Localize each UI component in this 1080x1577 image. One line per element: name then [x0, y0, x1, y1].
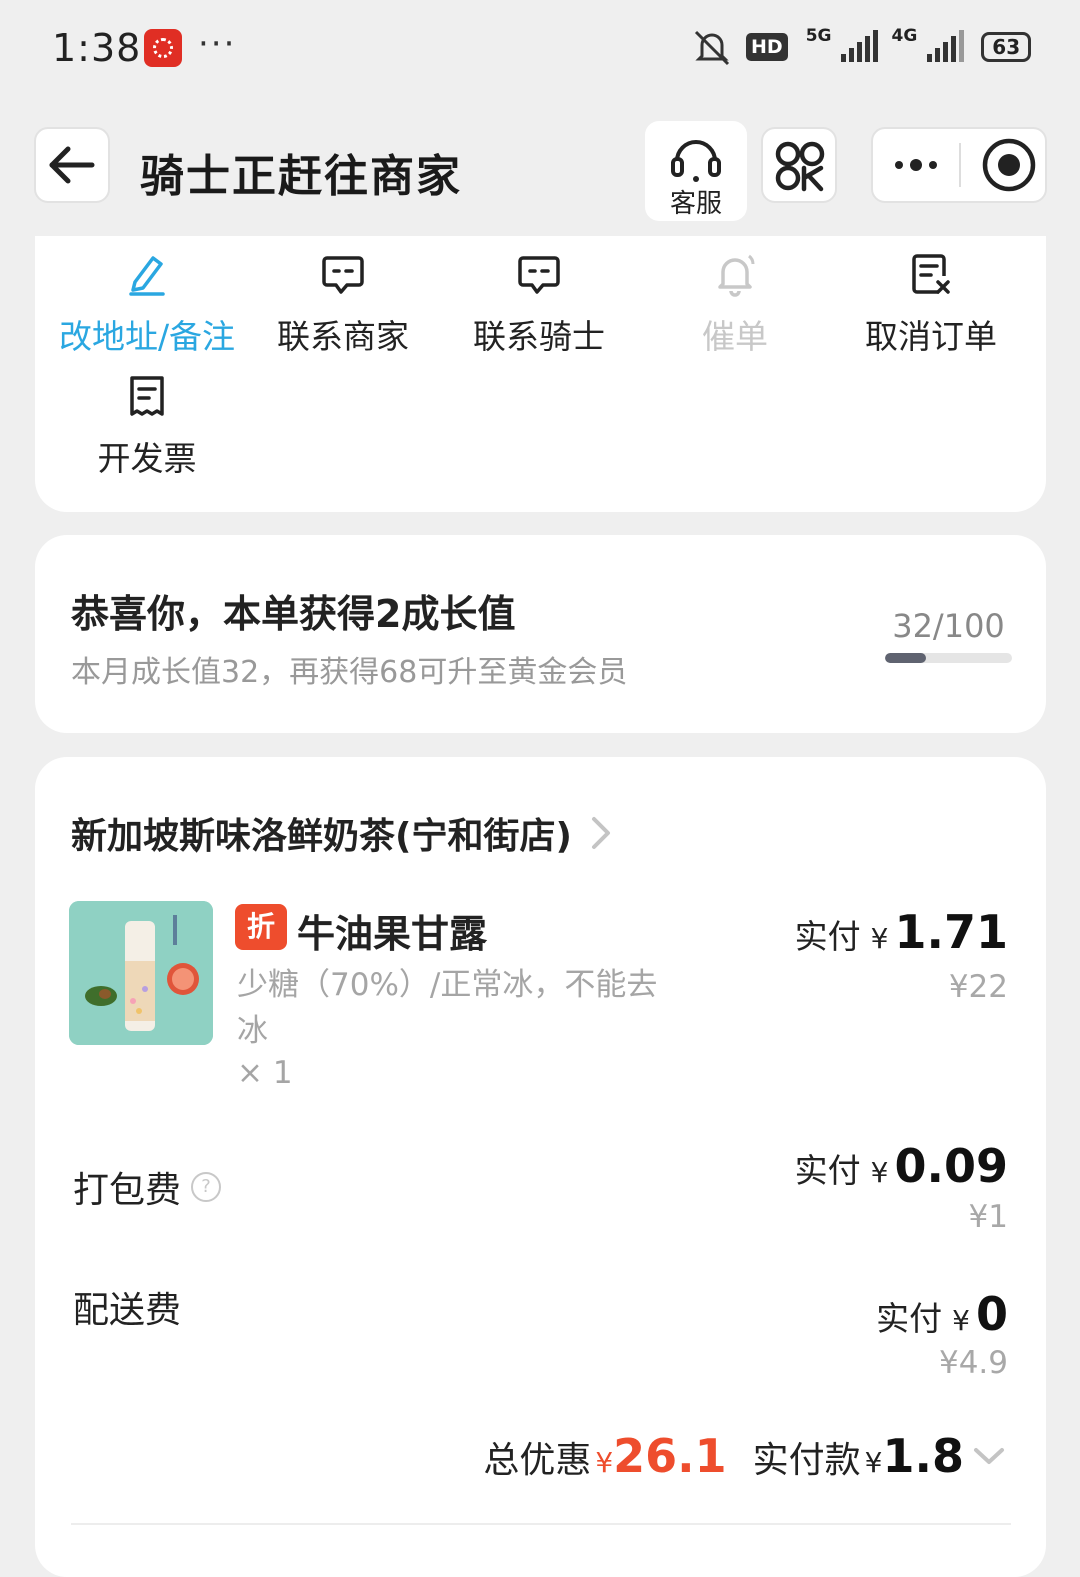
- action-contact-merchant[interactable]: 联系商家: [245, 250, 441, 358]
- product-photo: [69, 901, 213, 1045]
- network-5g-label: 5G: [805, 26, 832, 46]
- divider: [71, 1523, 1011, 1525]
- action-label: 开发票: [97, 439, 197, 478]
- discount-tag: 折: [235, 904, 287, 950]
- action-change-address[interactable]: 改地址/备注: [49, 250, 245, 358]
- product-spec-line2: 冰: [237, 1013, 268, 1049]
- battery-level: 63: [992, 35, 1021, 59]
- app-notification-icon: [144, 29, 182, 67]
- status-more-icon: ···: [198, 24, 237, 64]
- packing-fee-label: 打包费: [73, 1170, 182, 1211]
- edit-icon: [129, 256, 165, 296]
- store-name: 新加坡斯味洛鲜奶茶(宁和街店): [71, 816, 572, 857]
- paid-amount: 0.09: [894, 1139, 1009, 1193]
- chat-icon: [322, 256, 364, 294]
- action-label: 联系骑士: [473, 317, 605, 356]
- product-original-price: ¥22: [948, 969, 1008, 1005]
- status-time: 1:38: [52, 26, 142, 70]
- growth-subtitle: 本月成长值32，再获得68可升至黄金会员: [71, 655, 628, 690]
- more-dots-icon: [895, 159, 937, 171]
- growth-progress-text: 32/100: [892, 607, 1005, 645]
- action-cancel-order[interactable]: 取消订单: [833, 250, 1029, 358]
- action-label: 取消订单: [865, 317, 997, 356]
- help-icon[interactable]: ?: [191, 1172, 222, 1202]
- delivery-fee-label: 配送费: [73, 1290, 182, 1331]
- currency-symbol: ¥: [952, 1304, 970, 1337]
- product-paid-price: 实付 ¥ 1.71: [795, 905, 1008, 959]
- growth-card[interactable]: 恭喜你，本单获得2成长值 本月成长值32，再获得68可升至黄金会员 32/100: [35, 535, 1046, 733]
- total-discount-amount: 26.1: [613, 1429, 727, 1483]
- signal-5g-icon: [841, 30, 879, 62]
- packing-fee-paid: 实付 ¥ 0.09: [795, 1139, 1008, 1193]
- total-currency: ¥: [864, 1446, 883, 1479]
- action-label: 改地址/备注: [58, 317, 236, 356]
- action-urge-order: 催单: [637, 250, 833, 358]
- back-button[interactable]: [34, 127, 110, 203]
- more-button[interactable]: [873, 129, 959, 201]
- delivery-fee-original: ¥4.9: [938, 1345, 1008, 1381]
- packing-fee-row: 打包费 ?: [73, 1161, 222, 1213]
- growth-progress-fill: [885, 653, 926, 663]
- total-paid-label: 实付款: [752, 1440, 861, 1481]
- total-discount-label: 总优惠: [483, 1440, 592, 1481]
- growth-title: 恭喜你，本单获得2成长值: [71, 592, 516, 636]
- product-qty: × 1: [237, 1055, 293, 1091]
- product-image[interactable]: [69, 901, 213, 1045]
- battery-icon: 63: [981, 32, 1032, 62]
- delivery-fee-paid: 实付 ¥ 0: [876, 1287, 1008, 1341]
- capsule-menu: [871, 127, 1047, 203]
- bell-icon: [718, 254, 755, 297]
- currency-symbol: ¥: [870, 1156, 889, 1189]
- network-4g-label: 4G: [891, 26, 918, 46]
- paid-label: 实付: [794, 917, 861, 956]
- order-card: 新加坡斯味洛鲜奶茶(宁和街店) 折 牛油果甘露 少糖（70%）/正常冰，不能去 …: [35, 757, 1046, 1577]
- store-name-link[interactable]: 新加坡斯味洛鲜奶茶(宁和街店): [71, 807, 618, 859]
- action-label: 联系商家: [277, 317, 409, 356]
- paid-amount: 0: [975, 1287, 1008, 1341]
- cancel-doc-icon: [912, 254, 950, 294]
- paid-label: 实付: [794, 1151, 861, 1190]
- signal-4g-icon: [927, 30, 965, 62]
- arrow-left-icon: [49, 146, 95, 184]
- mute-bell-icon: [694, 30, 730, 66]
- product-spec-line1: 少糖（70%）/正常冰，不能去: [237, 967, 658, 1003]
- headset-icon: [671, 140, 721, 182]
- customer-service-label: 客服: [669, 189, 722, 219]
- receipt-icon: [130, 376, 164, 416]
- paid-label: 实付: [876, 1299, 943, 1338]
- paid-amount: 1.71: [894, 905, 1009, 959]
- actions-card: 改地址/备注 联系商家 联系骑士 催单 取消订单 开发票: [35, 236, 1046, 512]
- action-invoice[interactable]: 开发票: [49, 372, 245, 480]
- scan-button[interactable]: [761, 127, 837, 203]
- growth-progress-bar: [885, 653, 1012, 663]
- chevron-down-icon: [974, 1448, 1004, 1464]
- scan-qr-icon: [775, 141, 825, 192]
- packing-fee-original: ¥1: [968, 1199, 1008, 1235]
- hd-badge: HD: [746, 33, 788, 61]
- customer-service-button[interactable]: 客服: [645, 121, 747, 221]
- status-icons: HD 5G 4G 63: [692, 26, 1032, 68]
- order-summary-toggle[interactable]: 总优惠 ¥ 26.1 实付款 ¥ 1.8: [483, 1429, 1008, 1483]
- chevron-right-icon: [591, 817, 610, 849]
- discount-currency: ¥: [595, 1446, 614, 1479]
- close-miniapp-button[interactable]: [961, 129, 1047, 201]
- action-contact-rider[interactable]: 联系骑士: [441, 250, 637, 358]
- page-title: 骑士正赶往商家: [140, 151, 462, 202]
- currency-symbol: ¥: [870, 922, 889, 955]
- total-paid-amount: 1.8: [882, 1429, 965, 1483]
- chat-icon: [518, 256, 560, 294]
- target-circle-icon: [982, 138, 1036, 192]
- action-label: 催单: [702, 317, 768, 356]
- product-name: 牛油果甘露: [297, 912, 488, 956]
